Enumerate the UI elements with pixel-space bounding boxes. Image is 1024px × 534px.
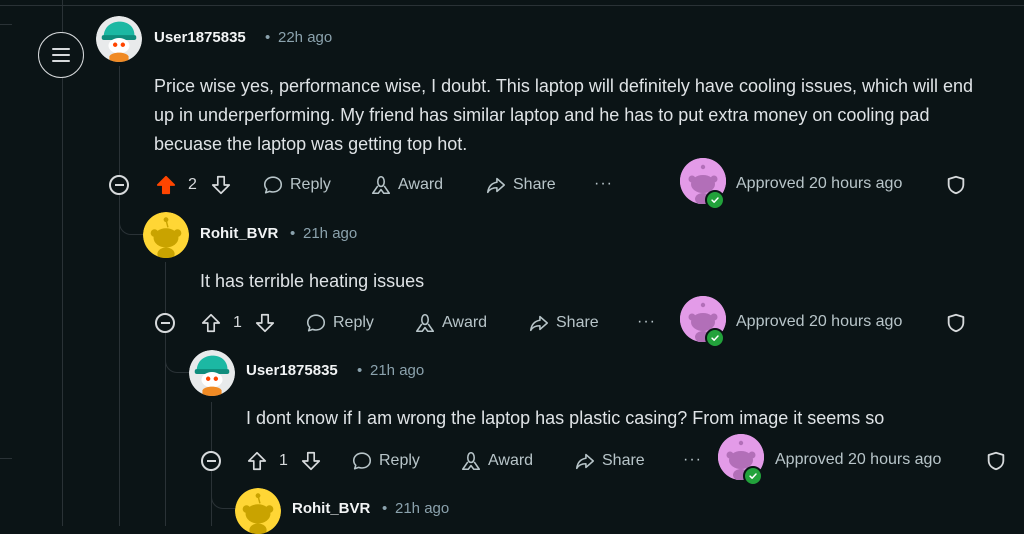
comment-username[interactable]: User1875835 [246,362,338,379]
collapse-button[interactable] [155,313,175,333]
reply-button[interactable]: Reply [351,450,420,472]
vote-count: 2 [188,176,197,193]
share-button[interactable]: Share [574,450,645,472]
shield-icon[interactable] [985,450,1007,472]
award-button[interactable]: Award [370,174,443,196]
upvote-icon[interactable] [200,312,222,334]
award-icon [460,450,482,472]
avatar[interactable] [143,212,189,258]
reply-label: Reply [290,176,331,193]
downvote-icon[interactable] [210,174,232,196]
comment-timestamp[interactable]: 22h ago [278,29,332,46]
comment-username[interactable]: User1875835 [154,29,246,46]
reply-icon [262,174,284,196]
downvote-icon[interactable] [300,450,322,472]
more-options-button[interactable]: ··· [594,175,613,193]
reply-label: Reply [379,452,420,469]
award-label: Award [398,176,444,193]
avatar[interactable] [189,350,235,396]
left-divider-1 [0,24,12,25]
left-divider-2 [0,458,12,459]
thread-branch-2 [119,196,146,235]
comment-body: Price wise yes, performance wise, I doub… [154,76,974,154]
comment-timestamp[interactable]: 21h ago [370,362,424,379]
reply-label: Reply [333,314,374,331]
award-icon [414,312,436,334]
top-border [0,5,1024,6]
approved-status: Approved 20 hours ago [736,175,903,192]
thread-line-1 [119,66,120,526]
upvote-icon[interactable] [246,450,268,472]
share-label: Share [513,176,556,193]
comment-username[interactable]: Rohit_BVR [200,225,278,242]
shield-icon[interactable] [945,312,967,334]
award-label: Award [488,452,534,469]
comment-separator: • [290,225,296,242]
approved-check-icon [743,466,763,486]
award-icon [370,174,392,196]
share-icon [485,174,507,196]
share-label: Share [556,314,599,331]
reply-icon [305,312,327,334]
approved-check-icon [705,190,725,210]
reply-button[interactable]: Reply [305,312,374,334]
award-label: Award [442,314,488,331]
comment-separator: • [357,362,363,379]
award-button[interactable]: Award [460,450,533,472]
comment-username[interactable]: Rohit_BVR [292,500,370,517]
reply-button[interactable]: Reply [262,174,331,196]
approved-check-icon [705,328,725,348]
comment-separator: • [265,29,271,46]
avatar[interactable] [235,488,281,534]
menu-button[interactable] [38,32,84,78]
share-button[interactable]: Share [528,312,599,334]
reply-icon [351,450,373,472]
share-label: Share [602,452,645,469]
approved-status: Approved 20 hours ago [775,451,942,468]
vote-count: 1 [279,452,288,469]
thread-branch-4 [211,472,238,509]
avatar[interactable] [96,16,142,62]
vote-count: 1 [233,314,242,331]
downvote-icon[interactable] [254,312,276,334]
collapse-button[interactable] [109,175,129,195]
comment-timestamp[interactable]: 21h ago [303,225,357,242]
more-options-button[interactable]: ··· [683,451,702,469]
more-options-button[interactable]: ··· [637,313,656,331]
approved-status: Approved 20 hours ago [736,313,903,330]
award-button[interactable]: Award [414,312,487,334]
thread-branch-3 [165,334,192,373]
comment-body: It has terrible heating issues [200,271,425,291]
upvote-icon[interactable] [155,174,177,196]
comment-separator: • [382,500,388,517]
comment-body: I dont know if I am wrong the laptop has… [246,408,885,428]
sidebar-divider [62,0,63,526]
share-button[interactable]: Share [485,174,556,196]
share-icon [574,450,596,472]
shield-icon[interactable] [945,174,967,196]
comment-timestamp[interactable]: 21h ago [395,500,449,517]
menu-icon [52,48,70,62]
share-icon [528,312,550,334]
thread-line-2 [165,262,166,526]
collapse-button[interactable] [201,451,221,471]
